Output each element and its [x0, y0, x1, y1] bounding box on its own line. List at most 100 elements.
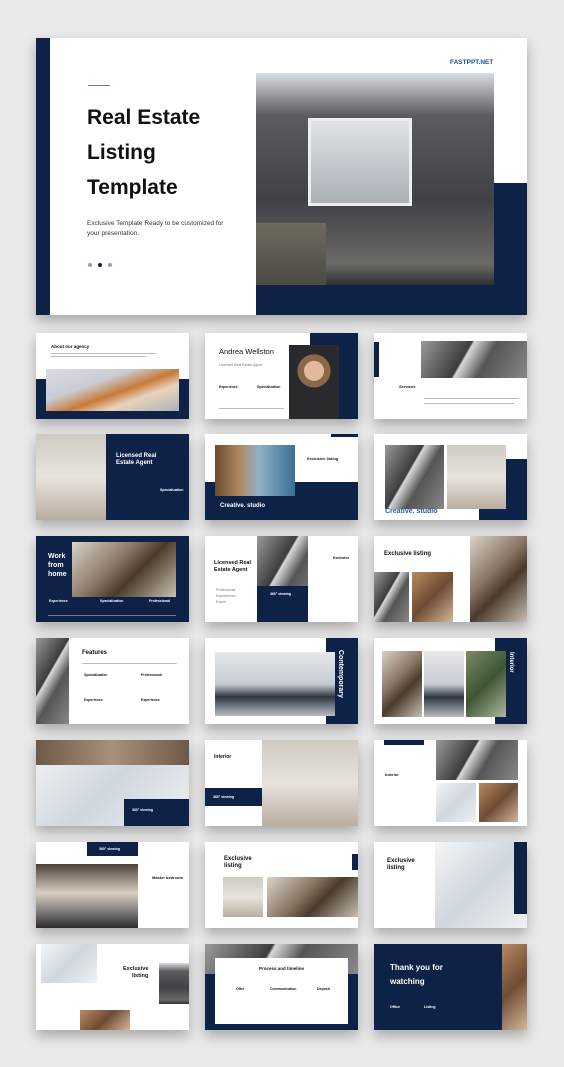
hero-title-line-2: Listing	[87, 141, 156, 164]
slide-text: Expert	[216, 600, 227, 604]
slide-text: Listing	[424, 1005, 436, 1009]
photo	[502, 944, 527, 1030]
slide-text: Creative. studio	[385, 508, 438, 515]
photo	[72, 542, 176, 597]
house-photo	[256, 73, 494, 285]
slide-text: Exclusive	[387, 858, 415, 864]
slide-text: from	[48, 562, 64, 569]
slide-text: Professional	[149, 599, 171, 603]
brand-logo: FASTPPT.NET	[450, 59, 494, 66]
slide-360-viewing[interactable]: 360° viewing	[36, 740, 189, 826]
decor-shape	[352, 854, 358, 870]
photo	[424, 651, 464, 717]
photo	[436, 740, 518, 780]
photo	[385, 445, 444, 509]
photo	[382, 651, 422, 717]
slide-exclusive-listing-2[interactable]: Exclusive listing	[205, 842, 358, 928]
slide-interior-gallery[interactable]: Interior	[374, 638, 527, 724]
slide-text: Experience	[49, 599, 68, 603]
slide-text: Experience	[141, 698, 160, 702]
slide-text: listing	[224, 863, 242, 869]
slide-text: Deposit	[317, 987, 330, 991]
agent-photo	[289, 345, 339, 419]
photo	[470, 536, 527, 622]
slide-text: home	[48, 571, 67, 578]
photo	[36, 434, 106, 520]
slide-text: Professional	[141, 673, 163, 677]
slide-process-timeline[interactable]: Process and timeline Offer Communication…	[205, 944, 358, 1030]
decor-shape	[374, 342, 379, 377]
slide-text: listing	[132, 973, 149, 979]
photo	[466, 651, 506, 717]
slide-text: Experience	[84, 698, 103, 702]
slide-work-from-home[interactable]: Work from home Experience Specialization…	[36, 536, 189, 622]
decor-shape	[82, 663, 177, 664]
photo	[80, 1010, 130, 1030]
slide-text: Exclusive listing	[307, 456, 339, 461]
slide-text: Estate Agent	[214, 567, 248, 573]
slide-text: Exclusive	[333, 556, 350, 560]
slide-text: 360° viewing	[132, 808, 154, 812]
slide-text: Exclusive	[224, 856, 252, 862]
dune-photo	[46, 369, 179, 411]
decor-shape	[88, 263, 92, 267]
decor-shape	[51, 356, 146, 357]
slide-text: Services	[399, 384, 416, 389]
slide-interior-collage[interactable]: Interior	[374, 740, 527, 826]
decor-shape	[256, 223, 326, 285]
decor-shape	[51, 353, 156, 354]
agent-name: Andrea Wellston	[219, 347, 274, 356]
slide-text: Licensed Real	[214, 560, 251, 566]
slide-exclusive-listing[interactable]: Exclusive listing	[374, 536, 527, 622]
slide-text: Communication	[270, 987, 297, 991]
decor-shape	[424, 398, 519, 399]
slide-text: Specialization	[100, 599, 124, 603]
slide-text: Office	[390, 1005, 400, 1009]
slide-text: Interior	[214, 754, 232, 760]
slide-text: 360° viewing	[270, 592, 292, 596]
decor-shape	[108, 263, 112, 267]
slide-text: Interior	[385, 772, 399, 777]
slide-exclusive-listing-4[interactable]: Exclusive listing	[36, 944, 189, 1030]
slide-creative-studio-2[interactable]: Creative. studio	[374, 434, 527, 520]
slide-contemporary[interactable]: Contemporary	[205, 638, 358, 724]
pagination-dots[interactable]	[88, 263, 112, 267]
slide-text: Master bedroom	[152, 875, 184, 880]
slide-master-bedroom[interactable]: 360° viewing Master bedroom	[36, 842, 189, 928]
photo	[215, 445, 295, 496]
slide-interior[interactable]: Interior 360° viewing	[205, 740, 358, 826]
slide-text: Specialization	[257, 385, 281, 389]
slide-exclusive-listing-3[interactable]: Exclusive listing	[374, 842, 527, 928]
slide-text: Offer	[236, 987, 245, 991]
hero-subtitle: Exclusive Template Ready to be customize…	[87, 220, 224, 237]
slide-services[interactable]: Services	[374, 333, 527, 419]
photo	[447, 445, 506, 509]
slide-text: Specialization	[160, 488, 184, 492]
decor-shape	[424, 403, 514, 404]
hero-slide[interactable]: Real Estate Listing Template Exclusive T…	[36, 38, 527, 315]
decor-shape	[48, 615, 176, 616]
slide-text: Creative. studio	[220, 503, 266, 509]
slide-thank-you[interactable]: Thank you for watching Office Listing	[374, 944, 527, 1030]
photo	[223, 877, 263, 917]
slide-text: Specialization	[84, 673, 108, 677]
slide-text: Features	[82, 650, 108, 656]
slide-about-agency[interactable]: About our agency	[36, 333, 189, 419]
decor-shape	[384, 740, 424, 745]
slide-text: 360° viewing	[99, 847, 121, 851]
slide-licensed-agent[interactable]: Licensed Real Estate Agent Specializatio…	[36, 434, 189, 520]
slide-creative-studio[interactable]: Exclusive listing Creative. studio	[205, 434, 358, 520]
decor-shape	[331, 434, 358, 437]
slide-text: Professional	[216, 588, 236, 592]
photo	[215, 652, 335, 716]
photo	[421, 341, 527, 378]
decor-shape	[308, 118, 412, 206]
photo	[41, 944, 97, 983]
slide-agent-profile[interactable]: Andrea Wellston Licensed Real Estate Age…	[205, 333, 358, 419]
photo	[374, 572, 409, 622]
slide-licensed-agent-2[interactable]: Licensed Real Estate Agent Professional …	[205, 536, 358, 622]
photo	[412, 572, 453, 622]
decor-shape	[36, 740, 189, 765]
slide-features[interactable]: Features Specialization Professional Exp…	[36, 638, 189, 724]
photo	[159, 963, 189, 1004]
